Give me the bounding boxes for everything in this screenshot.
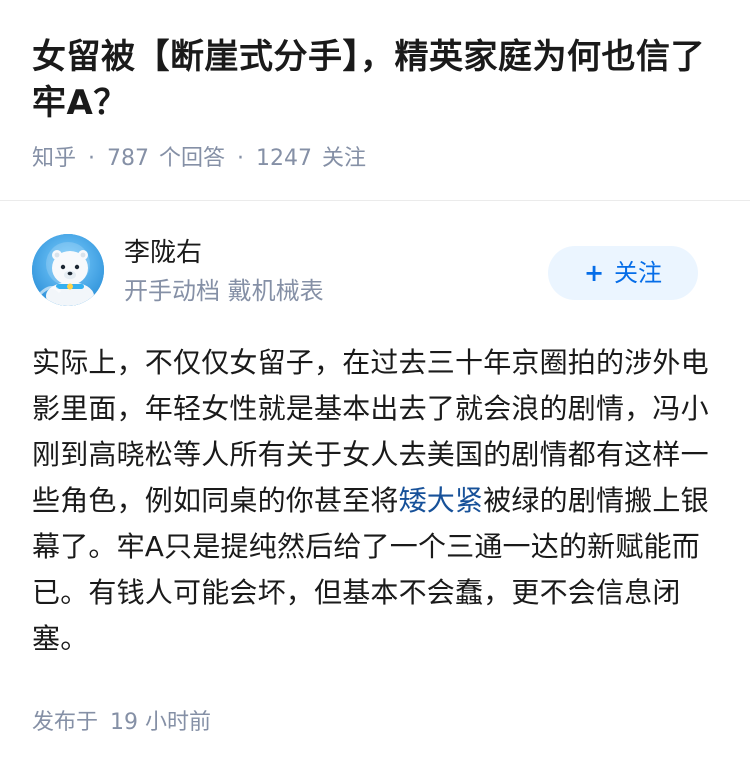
follower-count[interactable]: 1247 — [256, 146, 312, 171]
plus-icon: + — [583, 259, 605, 287]
question-header: 女留被【断崖式分手】，精英家庭为何也信了牢A？ 知乎 · 787 个回答 · 1247 关注 — [0, 0, 750, 200]
meta-separator: · — [237, 146, 245, 171]
answer-body: 实际上，不仅仅女留子，在过去三十年京圈拍的涉外电影里面，年轻女性就是基本出去了就… — [32, 340, 722, 662]
follow-button[interactable]: + 关注 — [548, 246, 698, 300]
answer-inline-link[interactable]: 矮大紧 — [399, 484, 484, 517]
publish-label: 发布于 — [32, 710, 99, 735]
follower-count-label[interactable]: 关注 — [322, 146, 366, 171]
question-title[interactable]: 女留被【断崖式分手】，精英家庭为何也信了牢A？ — [32, 34, 722, 126]
publish-info: 发布于 19 小时前 — [32, 706, 211, 740]
answer-count-label[interactable]: 个回答 — [159, 146, 225, 171]
section-divider — [0, 200, 750, 201]
source-label[interactable]: 知乎 — [32, 146, 76, 171]
question-meta: 知乎 · 787 个回答 · 1247 关注 — [32, 142, 366, 176]
polar-bear-avatar-icon[interactable] — [32, 234, 104, 306]
author-row: 李陇右 开手动档 戴机械表 + 关注 — [0, 226, 750, 316]
author-name[interactable]: 李陇右 — [124, 234, 202, 272]
publish-time: 19 小时前 — [110, 710, 212, 735]
answer-count[interactable]: 787 — [107, 146, 149, 171]
meta-separator: · — [88, 146, 96, 171]
follow-button-label: 关注 — [614, 259, 663, 287]
avatar-image — [32, 234, 104, 306]
author-bio: 开手动档 戴机械表 — [124, 277, 324, 305]
